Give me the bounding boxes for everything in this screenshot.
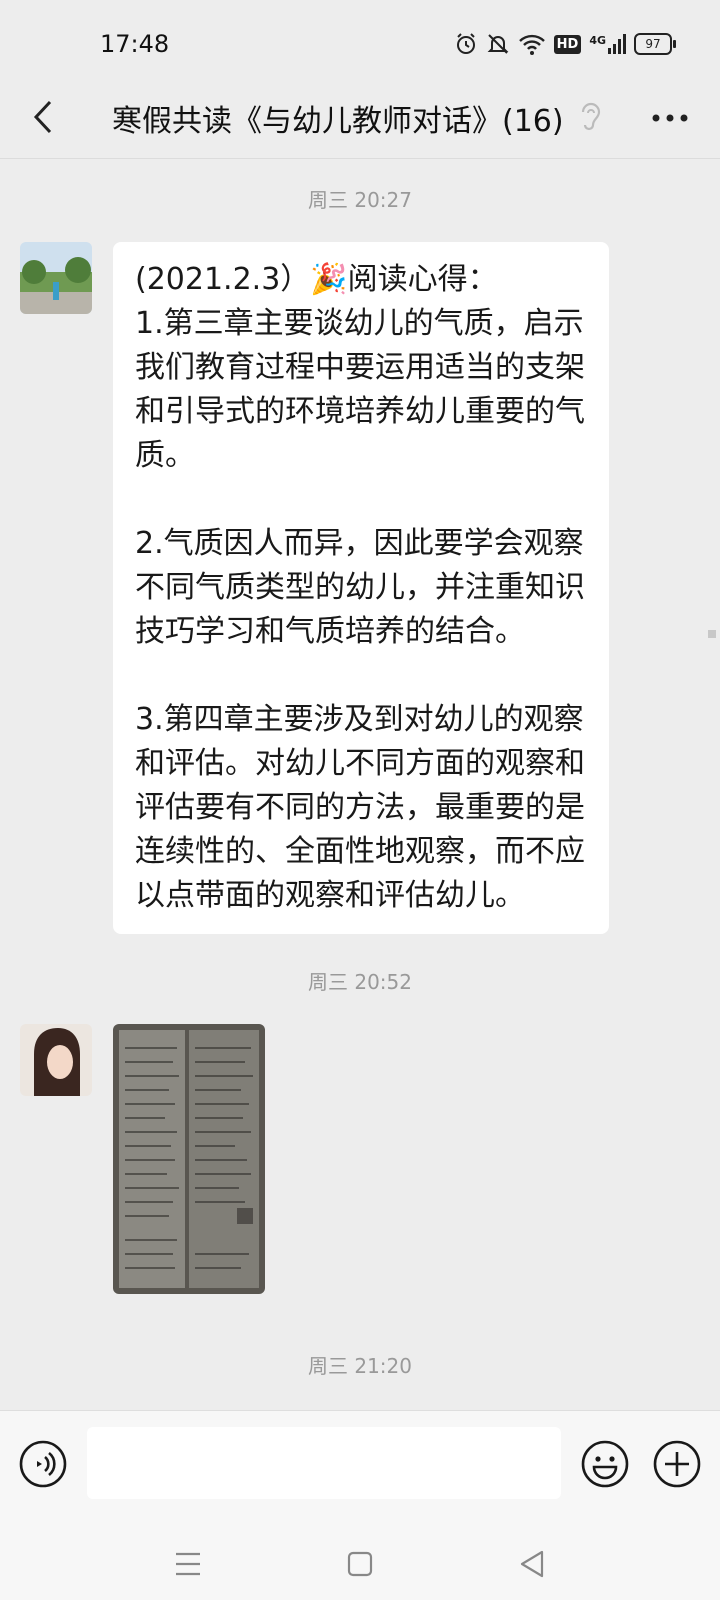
hd-icon: HD [553, 34, 582, 54]
network-type: 4G [589, 34, 606, 47]
avatar-landscape-image [20, 242, 92, 314]
image-message[interactable] [113, 1024, 265, 1294]
message-paragraph: 3.第四章主要涉及到对幼儿的观察和评估。对幼儿不同方面的观察和评估要有不同的方法… [135, 702, 585, 913]
message-paragraph: 2.气质因人而异，因此要学会观察不同气质类型的幼儿，并注重知识技巧学习和气质培养… [135, 526, 585, 649]
back-arrow-icon[interactable] [22, 94, 68, 140]
mute-bell-icon [487, 34, 509, 54]
add-more-icon[interactable] [652, 1439, 702, 1489]
battery-icon: 97 [634, 33, 676, 55]
status-bar: 17:48 HD 4G 97 [0, 0, 720, 90]
sender-avatar[interactable] [20, 1024, 92, 1096]
voice-input-icon[interactable] [18, 1439, 68, 1489]
scroll-indicator [708, 630, 716, 638]
alarm-icon [456, 33, 475, 54]
system-navigation-bar [0, 1528, 720, 1600]
chat-header: 寒假共读《与幼儿教师对话》(16) [0, 78, 720, 159]
notebook-photo-image [113, 1024, 265, 1294]
more-options-icon[interactable] [650, 102, 690, 134]
message-paragraph: (2021.2.3）🎉阅读心得： 1.第三章主要谈幼儿的气质，启示我们教育过程中… [135, 262, 585, 473]
back-nav-icon[interactable] [512, 1544, 552, 1584]
battery-level: 97 [634, 33, 672, 55]
menu-icon[interactable] [168, 1544, 208, 1584]
status-icons: HD 4G 97 [454, 32, 676, 56]
signal-icon: 4G [589, 34, 626, 54]
home-icon[interactable] [340, 1544, 380, 1584]
avatar-portrait-image [20, 1024, 92, 1096]
input-bar [0, 1410, 720, 1529]
emoji-icon[interactable] [580, 1439, 630, 1489]
status-time: 17:48 [100, 30, 170, 58]
message-bubble[interactable]: (2021.2.3）🎉阅读心得： 1.第三章主要谈幼儿的气质，启示我们教育过程中… [113, 242, 609, 934]
message-timestamp: 周三 20:27 [308, 188, 412, 212]
sender-avatar[interactable] [20, 242, 92, 314]
chat-title: 寒假共读《与幼儿教师对话》(16) [112, 104, 564, 139]
message-input[interactable] [87, 1427, 561, 1499]
earpiece-mode-icon [581, 102, 601, 131]
wifi-icon [518, 34, 545, 55]
message-timestamp: 周三 20:52 [308, 970, 412, 994]
message-timestamp: 周三 21:20 [308, 1354, 412, 1378]
